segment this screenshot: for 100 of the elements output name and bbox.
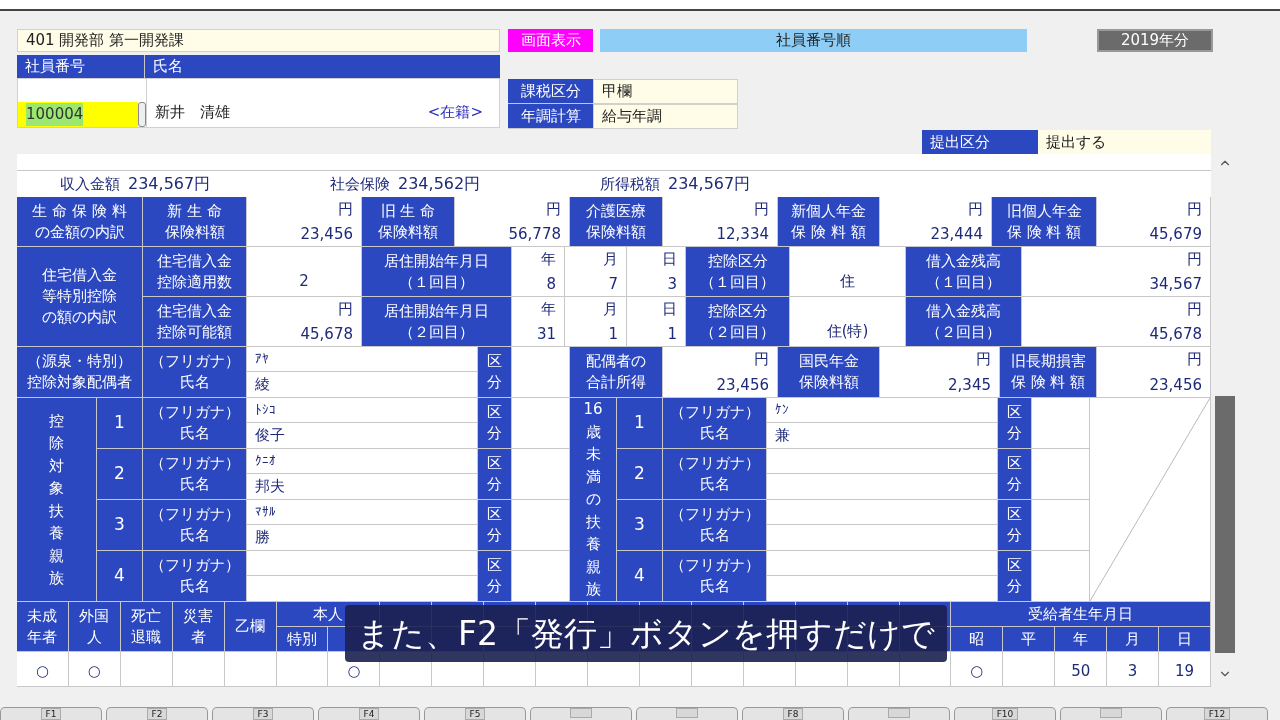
handle-icon[interactable] — [138, 102, 146, 127]
field-label: 氏名 — [179, 372, 210, 393]
field-label: （源泉・特別） — [27, 351, 132, 372]
name-value: 綾 — [255, 374, 270, 396]
flag-value: 50 — [1071, 660, 1091, 682]
employee-number-field[interactable]: 100004 — [18, 102, 138, 127]
unit-label: 円 — [546, 199, 561, 220]
field-label: 2 — [97, 449, 143, 500]
field-label: 氏名 — [179, 525, 210, 546]
field-label: 外国 — [79, 605, 110, 627]
unit-label: 月 — [603, 249, 618, 270]
field-label: 氏名 — [699, 576, 730, 597]
field-label: 年調計算 — [508, 104, 593, 129]
function-key[interactable]: F12 — [1166, 707, 1268, 720]
summary-label: 収入金額 — [60, 173, 120, 195]
amount-value: 56,778 — [508, 223, 561, 245]
unit-label: 円 — [754, 199, 769, 220]
field-label: （１回目） — [700, 271, 775, 293]
function-key[interactable]: F10 — [954, 707, 1056, 720]
function-key[interactable]: F3 — [212, 707, 314, 720]
field-label: （フリガナ） — [149, 402, 240, 423]
amount-value: 7 — [608, 273, 618, 295]
field-label: （フリガナ） — [149, 555, 240, 576]
summary-value: 234,567円 — [128, 173, 211, 195]
field-label: 者 — [190, 626, 206, 648]
unit-label: 日 — [662, 249, 677, 270]
function-key[interactable] — [848, 707, 950, 720]
field-label: 生 命 保 険 料 — [32, 200, 127, 222]
flag-value: 3 — [1127, 660, 1138, 682]
field-label: 1 — [617, 398, 663, 449]
field-label: 氏名 — [699, 474, 730, 495]
employee-name: 新井 清雄 — [155, 101, 230, 123]
field-label: 分 — [1007, 576, 1022, 597]
field-label: 住宅借入金 — [157, 300, 232, 322]
field-label: 等特別控除 — [42, 286, 117, 307]
field-label: 分 — [487, 423, 502, 444]
furigana-value: ｹﾝ — [775, 401, 789, 420]
function-key[interactable] — [530, 707, 632, 720]
function-key[interactable] — [636, 707, 738, 720]
field-label: 区 — [1007, 453, 1022, 474]
function-key[interactable]: F8 — [742, 707, 844, 720]
field-label: 年者 — [27, 626, 58, 648]
furigana-value: ｱﾔ — [255, 350, 269, 369]
field-label: 氏名 — [179, 576, 210, 597]
status-label: <在籍> — [427, 101, 484, 123]
field-label: 控除可能額 — [157, 321, 232, 343]
unit-label: 円 — [338, 199, 353, 220]
amount-value: 8 — [546, 273, 556, 295]
field-label: 乙欄 — [224, 602, 277, 652]
function-key[interactable]: F5 — [424, 707, 526, 720]
field-label: 控除適用数 — [157, 271, 232, 293]
function-key[interactable]: F4 — [318, 707, 420, 720]
field-label: （フリガナ） — [149, 351, 240, 372]
field-label: （フリガナ） — [149, 453, 240, 474]
column-header: 社員番号 — [17, 55, 145, 78]
field-value: 住 — [840, 270, 855, 292]
field-label: 配偶者の — [586, 351, 646, 372]
function-key[interactable]: F2 — [106, 707, 208, 720]
field-label: 借入金残高 — [926, 250, 1001, 272]
amount-value: 45,679 — [1149, 223, 1202, 245]
field-label: 1 — [97, 398, 143, 449]
field-label: （フリガナ） — [669, 555, 760, 576]
field-label: 4 — [617, 551, 663, 602]
field-label: 特別 — [276, 627, 329, 652]
field-label: 氏名 — [179, 423, 210, 444]
field-label: の金額の内訳 — [34, 221, 125, 243]
department-field: 401 開発部 第一開発課 — [17, 29, 500, 52]
flag-value: ○ — [970, 660, 984, 682]
field-label: 控除対象配偶者 — [27, 372, 132, 393]
field-label: 保 険 料 額 — [1010, 372, 1086, 393]
unit-label: 円 — [1187, 249, 1202, 270]
label-box-icon — [570, 708, 592, 718]
function-key[interactable]: F1 — [0, 707, 102, 720]
field-label: （フリガナ） — [669, 453, 760, 474]
field-label: 保険料額 — [378, 221, 438, 243]
field-label: 2 — [617, 449, 663, 500]
amount-value: 45,678 — [300, 323, 353, 345]
flag-value: ○ — [35, 660, 49, 682]
scrollbar-thumb[interactable] — [1215, 396, 1235, 653]
unit-label: 日 — [662, 299, 677, 320]
year-badge: 2019年分 — [1097, 29, 1213, 52]
unit-label: 円 — [338, 299, 353, 320]
flag-value: 19 — [1175, 660, 1195, 682]
amount-value: 23,456 — [300, 223, 353, 245]
unit-label: 年 — [541, 249, 556, 270]
field-label: 控除区分 — [707, 300, 768, 322]
name-value: 邦夫 — [255, 476, 285, 498]
field-label: 区 — [1007, 555, 1022, 576]
field-label: 課税区分 — [508, 79, 593, 104]
field-label: 日 — [1159, 627, 1211, 652]
field-label: 氏名 — [699, 525, 730, 546]
video-subtitle: また、F2「発行」ボタンを押すだけで — [345, 605, 947, 662]
unit-label: 円 — [1187, 349, 1202, 370]
amount-value: 2,345 — [948, 374, 991, 396]
furigana-value: ｸﾆｵ — [255, 452, 276, 471]
field-value: 提出する — [1038, 130, 1211, 154]
function-key[interactable] — [1060, 707, 1162, 720]
field-label: 分 — [487, 576, 502, 597]
field-label: （１回目） — [399, 271, 474, 293]
amount-value: 12,334 — [716, 223, 769, 245]
